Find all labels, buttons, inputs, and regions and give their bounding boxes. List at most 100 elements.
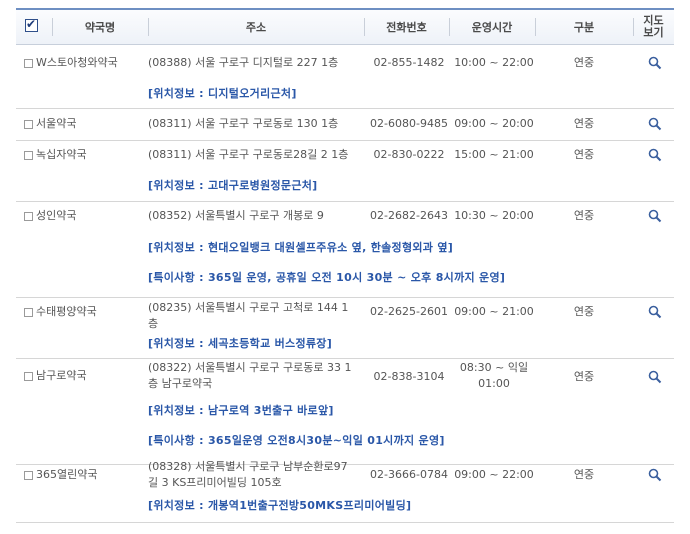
pharmacy-address: (08311) 서울 구로구 구로동로 130 1층	[148, 116, 363, 132]
address-line1: (08322) 서울특별시 구로구 구로동로 33 1	[148, 361, 352, 374]
magnifier-icon	[648, 56, 662, 70]
address-line1: (08388) 서울 구로구 디지털로 227 1층	[148, 56, 339, 69]
header-phone: 전화번호	[386, 21, 427, 34]
map-view-button[interactable]	[648, 56, 662, 70]
magnifier-icon	[648, 468, 662, 482]
hours-line2: 01:00	[478, 377, 510, 390]
pharmacy-hours: 10:00 ~ 22:00	[454, 56, 534, 69]
pharmacy-name-text: W스토아청와약국	[36, 56, 118, 69]
pharmacy-phone: 02-6080-9485	[370, 117, 448, 130]
pharmacy-address: (08235) 서울특별시 구로구 고척로 144 1 층	[148, 300, 363, 332]
pharmacy-type: 연중	[573, 117, 595, 130]
pharmacy-name-text: 수태평양약국	[36, 305, 97, 318]
address-line2: 길 3 KS프리미어빌딩 105호	[148, 476, 282, 489]
address-line1: (08235) 서울특별시 구로구 고척로 144 1	[148, 301, 349, 314]
address-line1: (08311) 서울 구로구 구로동로28길 2 1층	[148, 148, 349, 161]
pharmacy-phone: 02-2682-2643	[370, 209, 448, 222]
pharmacy-name-text: 남구로약국	[36, 369, 87, 382]
pharmacy-address: (08311) 서울 구로구 구로동로28길 2 1층	[148, 147, 363, 163]
header-map-line2: 보기	[643, 26, 664, 39]
magnifier-icon	[648, 370, 662, 384]
pharmacy-type: 연중	[573, 305, 595, 318]
header-type: 구분	[573, 21, 595, 34]
magnifier-icon	[648, 148, 662, 162]
hours-line1: 08:30 ~ 익일	[459, 361, 529, 374]
table-row: 성인약국 (08352) 서울특별시 구로구 개봉로 9 02-2682-264…	[16, 202, 674, 298]
map-view-button[interactable]	[648, 148, 662, 162]
map-view-button[interactable]	[648, 117, 662, 131]
address-line2: 층 남구로약국	[148, 377, 213, 390]
row-checkbox[interactable]	[24, 150, 33, 160]
pharmacy-name-text: 성인약국	[36, 209, 77, 222]
map-view-button[interactable]	[648, 468, 662, 482]
row-checkbox[interactable]	[24, 307, 33, 317]
pharmacy-name: W스토아청와약국	[24, 55, 118, 71]
pharmacy-name: 남구로약국	[24, 368, 87, 384]
pharmacy-phone: 02-855-1482	[373, 56, 445, 69]
magnifier-icon	[648, 209, 662, 223]
location-info: [위치정보 : 남구로역 3번출구 바로앞]	[148, 404, 334, 417]
pharmacy-hours: 09:00 ~ 21:00	[454, 305, 534, 318]
table-row: W스토아청와약국 (08388) 서울 구로구 디지털로 227 1층 02-8…	[16, 44, 674, 109]
pharmacy-phone: 02-2625-2601	[370, 305, 448, 318]
pharmacy-address: (08388) 서울 구로구 디지털로 227 1층	[148, 55, 363, 71]
pharmacy-hours: 09:00 ~ 20:00	[454, 117, 534, 130]
pharmacy-phone: 02-838-3104	[373, 370, 445, 383]
header-name: 약국명	[84, 21, 116, 34]
pharmacy-address: (08352) 서울특별시 구로구 개봉로 9	[148, 208, 363, 224]
select-all-checkbox[interactable]	[25, 17, 38, 32]
row-checkbox[interactable]	[24, 119, 33, 129]
pharmacy-name: 녹십자약국	[24, 147, 87, 163]
location-info: [위치정보 : 개봉역1번출구전방50MKS프리미어빌딩]	[148, 499, 412, 512]
address-line1: (08352) 서울특별시 구로구 개봉로 9	[148, 209, 324, 222]
pharmacy-hours: 09:00 ~ 22:00	[454, 468, 534, 481]
pharmacy-name: 수태평양약국	[24, 304, 97, 320]
pharmacy-name: 성인약국	[24, 208, 76, 224]
special-notes: [특이사항 : 365일 운영, 공휴일 오전 10시 30분 ~ 오후 8시까…	[148, 271, 506, 284]
address-line1: (08328) 서울특별시 구로구 남부순환로97	[148, 460, 348, 473]
pharmacy-type: 연중	[573, 370, 595, 383]
magnifier-icon	[648, 117, 662, 131]
pharmacy-type: 연중	[573, 56, 595, 69]
pharmacy-table: 약국명 주소 전화번호 운영시간 구분 지도 보기 W스토아청와약국 (0838…	[16, 8, 674, 523]
pharmacy-phone: 02-3666-0784	[370, 468, 448, 481]
table-header: 약국명 주소 전화번호 운영시간 구분 지도 보기	[16, 8, 674, 45]
pharmacy-name-text: 365열린약국	[36, 468, 98, 481]
address-line1: (08311) 서울 구로구 구로동로 130 1층	[148, 117, 339, 130]
table-row: 365열린약국 (08328) 서울특별시 구로구 남부순환로97 길 3 KS…	[16, 460, 674, 523]
pharmacy-hours: 08:30 ~ 익일 01:00	[449, 360, 539, 392]
location-info: [위치정보 : 디지털오거리근처]	[148, 87, 297, 100]
map-view-button[interactable]	[648, 305, 662, 319]
row-checkbox[interactable]	[24, 58, 33, 68]
row-checkbox[interactable]	[24, 470, 33, 480]
address-line2: 층	[148, 317, 159, 330]
special-notes: [특이사항 : 365일운영 오전8시30분~익일 01시까지 운영]	[148, 434, 445, 447]
row-checkbox[interactable]	[24, 211, 33, 221]
location-info: [위치정보 : 세곡초등학교 버스정류장]	[148, 337, 333, 350]
location-info: [위치정보 : 고대구로병원정문근처]	[148, 179, 318, 192]
pharmacy-hours: 10:30 ~ 20:00	[454, 209, 534, 222]
pharmacy-name: 365열린약국	[24, 467, 97, 483]
map-view-button[interactable]	[648, 370, 662, 384]
table-row: 수태평양약국 (08235) 서울특별시 구로구 고척로 144 1 층 02-…	[16, 298, 674, 359]
map-view-button[interactable]	[648, 209, 662, 223]
pharmacy-name-text: 녹십자약국	[36, 148, 87, 161]
table-row: 서울약국 (08311) 서울 구로구 구로동로 130 1층 02-6080-…	[16, 109, 674, 141]
header-address: 주소	[245, 21, 267, 34]
pharmacy-name-text: 서울약국	[36, 117, 77, 130]
table-row: 녹십자약국 (08311) 서울 구로구 구로동로28길 2 1층 02-830…	[16, 141, 674, 202]
header-map: 지도 보기	[633, 10, 674, 44]
table-row: 남구로약국 (08322) 서울특별시 구로구 구로동로 33 1 층 남구로약…	[16, 359, 674, 465]
pharmacy-name: 서울약국	[24, 116, 76, 132]
magnifier-icon	[648, 305, 662, 319]
pharmacy-hours: 15:00 ~ 21:00	[454, 148, 534, 161]
pharmacy-phone: 02-830-0222	[373, 148, 445, 161]
location-info: [위치정보 : 현대오일뱅크 대원셀프주유소 옆, 한솔정형외과 옆]	[148, 241, 454, 254]
pharmacy-address: (08322) 서울특별시 구로구 구로동로 33 1 층 남구로약국	[148, 360, 363, 392]
header-hours: 운영시간	[471, 21, 513, 34]
pharmacy-address: (08328) 서울특별시 구로구 남부순환로97 길 3 KS프리미어빌딩 1…	[148, 459, 363, 491]
pharmacy-type: 연중	[573, 148, 595, 161]
pharmacy-type: 연중	[573, 209, 595, 222]
row-checkbox[interactable]	[24, 371, 33, 381]
pharmacy-type: 연중	[573, 468, 595, 481]
